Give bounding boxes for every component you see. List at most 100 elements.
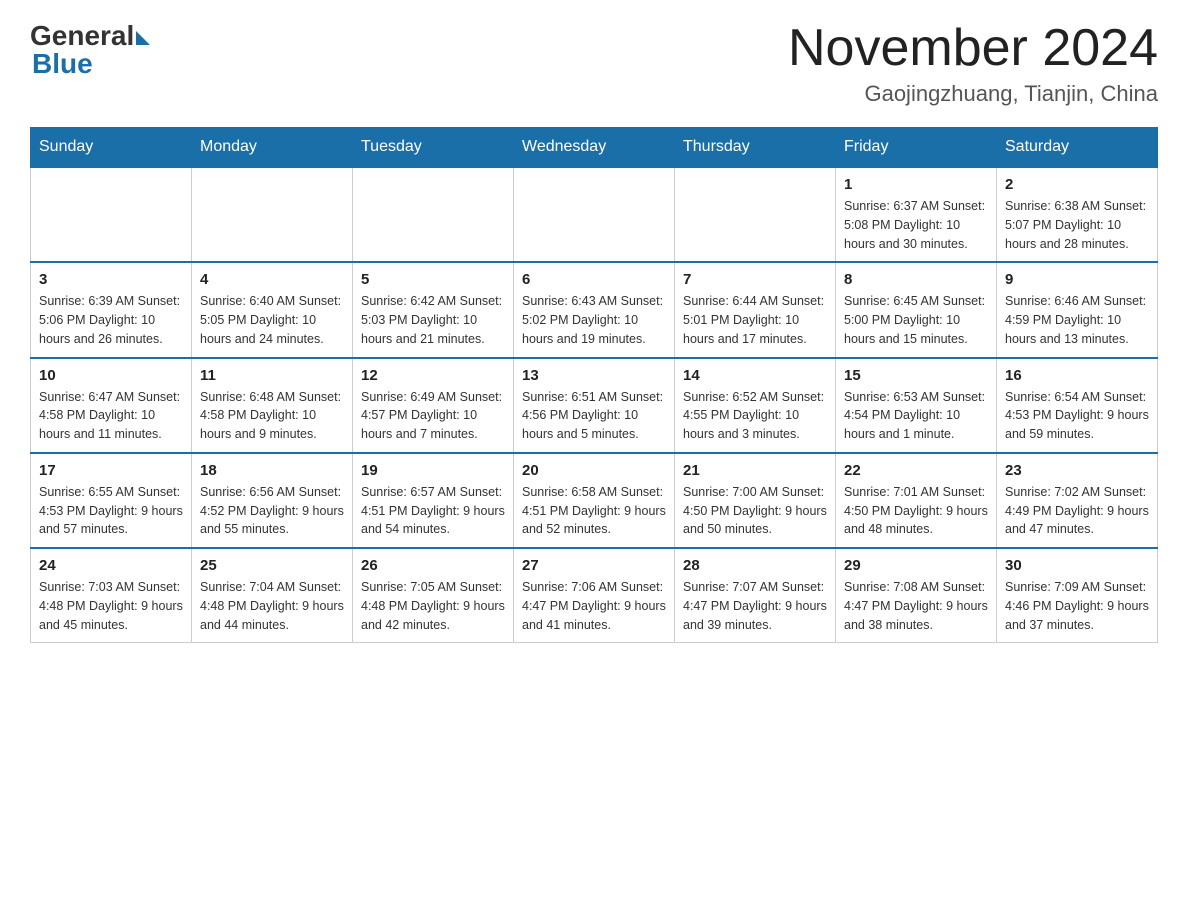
weekday-header-wednesday: Wednesday [514, 128, 675, 168]
day-info: Sunrise: 6:45 AM Sunset: 5:00 PM Dayligh… [844, 292, 988, 348]
calendar-cell: 9 Sunrise: 6:46 AM Sunset: 4:59 PM Daylig… [997, 262, 1158, 357]
day-number: 26 [361, 557, 505, 574]
day-number: 13 [522, 367, 666, 384]
calendar-subtitle: Gaojingzhuang, Tianjin, China [788, 81, 1158, 107]
calendar-cell [514, 167, 675, 262]
calendar-cell: 17 Sunrise: 6:55 AM Sunset: 4:53 PM Dayli… [31, 453, 192, 548]
week-row-5: 24 Sunrise: 7:03 AM Sunset: 4:48 PM Dayli… [31, 548, 1158, 643]
calendar-cell: 10Sunrise: 6:47 AM Sunset: 4:58 PM Dayli… [31, 358, 192, 453]
logo: General Blue [30, 20, 150, 80]
week-row-2: 3 Sunrise: 6:39 AM Sunset: 5:06 PM Daylig… [31, 262, 1158, 357]
day-info: Sunrise: 6:37 AM Sunset: 5:08 PM Dayligh… [844, 197, 988, 253]
calendar-cell: 23Sunrise: 7:02 AM Sunset: 4:49 PM Dayli… [997, 453, 1158, 548]
calendar-cell: 19Sunrise: 6:57 AM Sunset: 4:51 PM Dayli… [353, 453, 514, 548]
day-number: 7 [683, 271, 827, 288]
day-info: Sunrise: 7:00 AM Sunset: 4:50 PM Dayligh… [683, 483, 827, 539]
day-info: Sunrise: 6:43 AM Sunset: 5:02 PM Dayligh… [522, 292, 666, 348]
day-number: 28 [683, 557, 827, 574]
calendar-cell: 13 Sunrise: 6:51 AM Sunset: 4:56 PM Dayli… [514, 358, 675, 453]
calendar-table: SundayMondayTuesdayWednesdayThursdayFrid… [30, 127, 1158, 643]
calendar-cell [31, 167, 192, 262]
day-info: Sunrise: 6:49 AM Sunset: 4:57 PM Dayligh… [361, 388, 505, 444]
calendar-cell: 5Sunrise: 6:42 AM Sunset: 5:03 PM Daylig… [353, 262, 514, 357]
weekday-header-row: SundayMondayTuesdayWednesdayThursdayFrid… [31, 128, 1158, 168]
day-number: 12 [361, 367, 505, 384]
day-info: Sunrise: 7:07 AM Sunset: 4:47 PM Dayligh… [683, 578, 827, 634]
calendar-cell: 12 Sunrise: 6:49 AM Sunset: 4:57 PM Dayli… [353, 358, 514, 453]
day-info: Sunrise: 6:53 AM Sunset: 4:54 PM Dayligh… [844, 388, 988, 444]
day-number: 15 [844, 367, 988, 384]
calendar-cell: 6 Sunrise: 6:43 AM Sunset: 5:02 PM Daylig… [514, 262, 675, 357]
calendar-cell [353, 167, 514, 262]
weekday-header-sunday: Sunday [31, 128, 192, 168]
calendar-cell: 22Sunrise: 7:01 AM Sunset: 4:50 PM Dayli… [836, 453, 997, 548]
calendar-cell: 3 Sunrise: 6:39 AM Sunset: 5:06 PM Daylig… [31, 262, 192, 357]
weekday-header-friday: Friday [836, 128, 997, 168]
weekday-header-tuesday: Tuesday [353, 128, 514, 168]
logo-blue-text: Blue [32, 48, 93, 80]
day-number: 2 [1005, 176, 1149, 193]
day-number: 20 [522, 462, 666, 479]
calendar-cell: 14 Sunrise: 6:52 AM Sunset: 4:55 PM Dayli… [675, 358, 836, 453]
logo-arrow-icon [136, 31, 150, 45]
day-info: Sunrise: 6:39 AM Sunset: 5:06 PM Dayligh… [39, 292, 183, 348]
day-info: Sunrise: 6:48 AM Sunset: 4:58 PM Dayligh… [200, 388, 344, 444]
day-info: Sunrise: 6:40 AM Sunset: 5:05 PM Dayligh… [200, 292, 344, 348]
day-number: 27 [522, 557, 666, 574]
weekday-header-saturday: Saturday [997, 128, 1158, 168]
calendar-cell: 8 Sunrise: 6:45 AM Sunset: 5:00 PM Daylig… [836, 262, 997, 357]
calendar-cell: 11 Sunrise: 6:48 AM Sunset: 4:58 PM Dayli… [192, 358, 353, 453]
calendar-header: SundayMondayTuesdayWednesdayThursdayFrid… [31, 128, 1158, 168]
day-info: Sunrise: 6:38 AM Sunset: 5:07 PM Dayligh… [1005, 197, 1149, 253]
day-number: 21 [683, 462, 827, 479]
day-number: 9 [1005, 271, 1149, 288]
page-header: General Blue November 2024 Gaojingzhuang… [30, 20, 1158, 107]
calendar-cell [192, 167, 353, 262]
day-number: 3 [39, 271, 183, 288]
day-number: 11 [200, 367, 344, 384]
calendar-cell: 30 Sunrise: 7:09 AM Sunset: 4:46 PM Dayli… [997, 548, 1158, 643]
calendar-cell: 7 Sunrise: 6:44 AM Sunset: 5:01 PM Daylig… [675, 262, 836, 357]
day-number: 14 [683, 367, 827, 384]
day-info: Sunrise: 6:55 AM Sunset: 4:53 PM Dayligh… [39, 483, 183, 539]
day-number: 18 [200, 462, 344, 479]
day-number: 8 [844, 271, 988, 288]
day-info: Sunrise: 6:46 AM Sunset: 4:59 PM Dayligh… [1005, 292, 1149, 348]
day-number: 6 [522, 271, 666, 288]
day-info: Sunrise: 7:02 AM Sunset: 4:49 PM Dayligh… [1005, 483, 1149, 539]
calendar-cell: 28 Sunrise: 7:07 AM Sunset: 4:47 PM Dayli… [675, 548, 836, 643]
week-row-4: 17 Sunrise: 6:55 AM Sunset: 4:53 PM Dayli… [31, 453, 1158, 548]
day-number: 29 [844, 557, 988, 574]
day-info: Sunrise: 6:56 AM Sunset: 4:52 PM Dayligh… [200, 483, 344, 539]
calendar-cell: 18 Sunrise: 6:56 AM Sunset: 4:52 PM Dayli… [192, 453, 353, 548]
day-number: 17 [39, 462, 183, 479]
calendar-cell: 21 Sunrise: 7:00 AM Sunset: 4:50 PM Dayli… [675, 453, 836, 548]
day-info: Sunrise: 6:52 AM Sunset: 4:55 PM Dayligh… [683, 388, 827, 444]
day-info: Sunrise: 7:09 AM Sunset: 4:46 PM Dayligh… [1005, 578, 1149, 634]
calendar-cell: 24 Sunrise: 7:03 AM Sunset: 4:48 PM Dayli… [31, 548, 192, 643]
calendar-cell: 25 Sunrise: 7:04 AM Sunset: 4:48 PM Dayli… [192, 548, 353, 643]
week-row-3: 10Sunrise: 6:47 AM Sunset: 4:58 PM Dayli… [31, 358, 1158, 453]
calendar-cell: 15 Sunrise: 6:53 AM Sunset: 4:54 PM Dayli… [836, 358, 997, 453]
day-info: Sunrise: 7:01 AM Sunset: 4:50 PM Dayligh… [844, 483, 988, 539]
day-info: Sunrise: 6:51 AM Sunset: 4:56 PM Dayligh… [522, 388, 666, 444]
day-number: 25 [200, 557, 344, 574]
calendar-cell: 4Sunrise: 6:40 AM Sunset: 5:05 PM Daylig… [192, 262, 353, 357]
day-number: 24 [39, 557, 183, 574]
calendar-cell [675, 167, 836, 262]
weekday-header-thursday: Thursday [675, 128, 836, 168]
calendar-body: 1Sunrise: 6:37 AM Sunset: 5:08 PM Daylig… [31, 167, 1158, 643]
calendar-cell: 16 Sunrise: 6:54 AM Sunset: 4:53 PM Dayli… [997, 358, 1158, 453]
day-info: Sunrise: 7:03 AM Sunset: 4:48 PM Dayligh… [39, 578, 183, 634]
day-number: 30 [1005, 557, 1149, 574]
day-info: Sunrise: 7:04 AM Sunset: 4:48 PM Dayligh… [200, 578, 344, 634]
day-number: 19 [361, 462, 505, 479]
day-info: Sunrise: 6:44 AM Sunset: 5:01 PM Dayligh… [683, 292, 827, 348]
day-info: Sunrise: 7:06 AM Sunset: 4:47 PM Dayligh… [522, 578, 666, 634]
day-info: Sunrise: 6:47 AM Sunset: 4:58 PM Dayligh… [39, 388, 183, 444]
day-number: 16 [1005, 367, 1149, 384]
day-info: Sunrise: 7:08 AM Sunset: 4:47 PM Dayligh… [844, 578, 988, 634]
calendar-cell: 20Sunrise: 6:58 AM Sunset: 4:51 PM Dayli… [514, 453, 675, 548]
day-info: Sunrise: 6:54 AM Sunset: 4:53 PM Dayligh… [1005, 388, 1149, 444]
calendar-cell: 27 Sunrise: 7:06 AM Sunset: 4:47 PM Dayli… [514, 548, 675, 643]
